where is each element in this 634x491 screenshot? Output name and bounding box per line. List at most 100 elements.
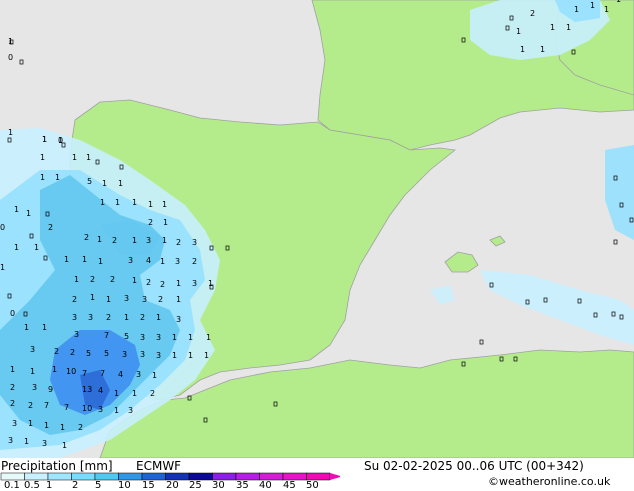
value-label: 1 <box>8 37 13 46</box>
value-label: 3 <box>128 406 133 415</box>
value-label: 1 <box>176 279 181 288</box>
value-label: 2 <box>110 275 115 284</box>
value-label: 1 <box>550 23 555 32</box>
value-label: 10 <box>66 367 76 376</box>
value-label: 2 <box>72 295 77 304</box>
value-label: 1 <box>208 279 213 288</box>
value-label: 3 <box>140 350 145 359</box>
value-label: 1 <box>60 423 65 432</box>
scale-swatch <box>282 472 307 481</box>
scale-label: 45 <box>283 480 296 491</box>
value-label: 1 <box>40 153 45 162</box>
value-label: 1 <box>64 255 69 264</box>
value-label: 3 <box>30 345 35 354</box>
value-label: 3 <box>88 313 93 322</box>
value-label: 1 <box>82 255 87 264</box>
value-label: 3 <box>140 333 145 342</box>
value-label: 1 <box>152 371 157 380</box>
map-footer: Precipitation [mm] ECMWF Su 02-02-2025 0… <box>0 458 634 491</box>
scale-label: 35 <box>236 480 249 491</box>
value-label: 3 <box>142 295 147 304</box>
value-label: 1 <box>616 0 621 4</box>
value-label: 3 <box>42 439 47 448</box>
scale-label: 5 <box>95 480 102 491</box>
scale-label: 30 <box>212 480 225 491</box>
value-label: 2 <box>10 383 15 392</box>
scale-arrow <box>330 473 340 480</box>
value-label: 1 <box>114 406 119 415</box>
value-label: 2 <box>48 223 53 232</box>
value-label: 1 <box>26 209 31 218</box>
value-label: 1 <box>0 263 5 272</box>
value-label: 1 <box>172 351 177 360</box>
value-label: 1 <box>42 323 47 332</box>
value-label: 3 <box>136 370 141 379</box>
value-label: 2 <box>150 389 155 398</box>
scale-swatch <box>235 472 260 481</box>
scale-label: 1 <box>46 480 53 491</box>
scale-swatch <box>71 472 96 481</box>
value-label: 1 <box>44 421 49 430</box>
value-label: 1 <box>100 198 105 207</box>
value-label: 3 <box>12 419 17 428</box>
value-label: 1 <box>188 351 193 360</box>
value-label: 3 <box>192 279 197 288</box>
value-label: 3 <box>146 236 151 245</box>
scale-label: 25 <box>189 480 202 491</box>
value-label: 3 <box>124 294 129 303</box>
value-label: 1 <box>115 198 120 207</box>
value-label: 2 <box>10 399 15 408</box>
value-label: 1 <box>10 365 15 374</box>
scale-label: 10 <box>118 480 131 491</box>
value-label: 1 <box>520 45 525 54</box>
value-label: 2 <box>106 313 111 322</box>
value-label: 7 <box>100 369 105 378</box>
value-label: 1 <box>156 313 161 322</box>
value-label: 5 <box>104 349 109 358</box>
value-label: 1 <box>55 173 60 182</box>
value-label: 1 <box>24 437 29 446</box>
value-label: 0 <box>0 223 5 232</box>
value-label: 2 <box>146 278 151 287</box>
value-label: 2 <box>84 233 89 242</box>
value-label: 2 <box>192 257 197 266</box>
scale-swatch <box>306 472 331 481</box>
value-label: 1 <box>98 257 103 266</box>
value-label: 10 <box>82 404 92 413</box>
value-label: 1 <box>132 198 137 207</box>
value-label: 7 <box>104 331 109 340</box>
value-label: 2 <box>28 401 33 410</box>
value-label: 2 <box>158 295 163 304</box>
value-label: 1 <box>590 1 595 10</box>
value-label: 7 <box>82 369 87 378</box>
scale-swatch <box>94 472 119 481</box>
value-label: 7 <box>44 401 49 410</box>
value-label: 5 <box>87 177 92 186</box>
value-label: 1 <box>114 389 119 398</box>
scale-swatch <box>212 472 237 481</box>
scale-label: 0.1 <box>4 480 20 491</box>
value-label: 1 <box>102 179 107 188</box>
scale-label: 0.5 <box>24 480 40 491</box>
value-label: 1 <box>106 295 111 304</box>
value-label: 1 <box>124 313 129 322</box>
value-label: 5 <box>124 332 129 341</box>
value-label: 5 <box>86 349 91 358</box>
copyright: ©weatheronline.co.uk <box>488 475 611 488</box>
value-label: 1 <box>90 293 95 302</box>
scale-swatch <box>118 472 143 481</box>
value-label: 3 <box>175 257 180 266</box>
value-label: 1 <box>162 200 167 209</box>
value-label: 1 <box>52 365 57 374</box>
value-label: 1 <box>540 45 545 54</box>
value-label: 0 <box>8 53 13 62</box>
value-label: 1 <box>172 333 177 342</box>
scale-label: 15 <box>142 480 155 491</box>
value-label: 1 <box>118 179 123 188</box>
value-label: 4 <box>146 256 151 265</box>
value-label: 1 <box>24 323 29 332</box>
value-label: 1 <box>14 243 19 252</box>
value-label: 3 <box>98 405 103 414</box>
value-label: 2 <box>530 9 535 18</box>
scale-swatch <box>165 472 190 481</box>
